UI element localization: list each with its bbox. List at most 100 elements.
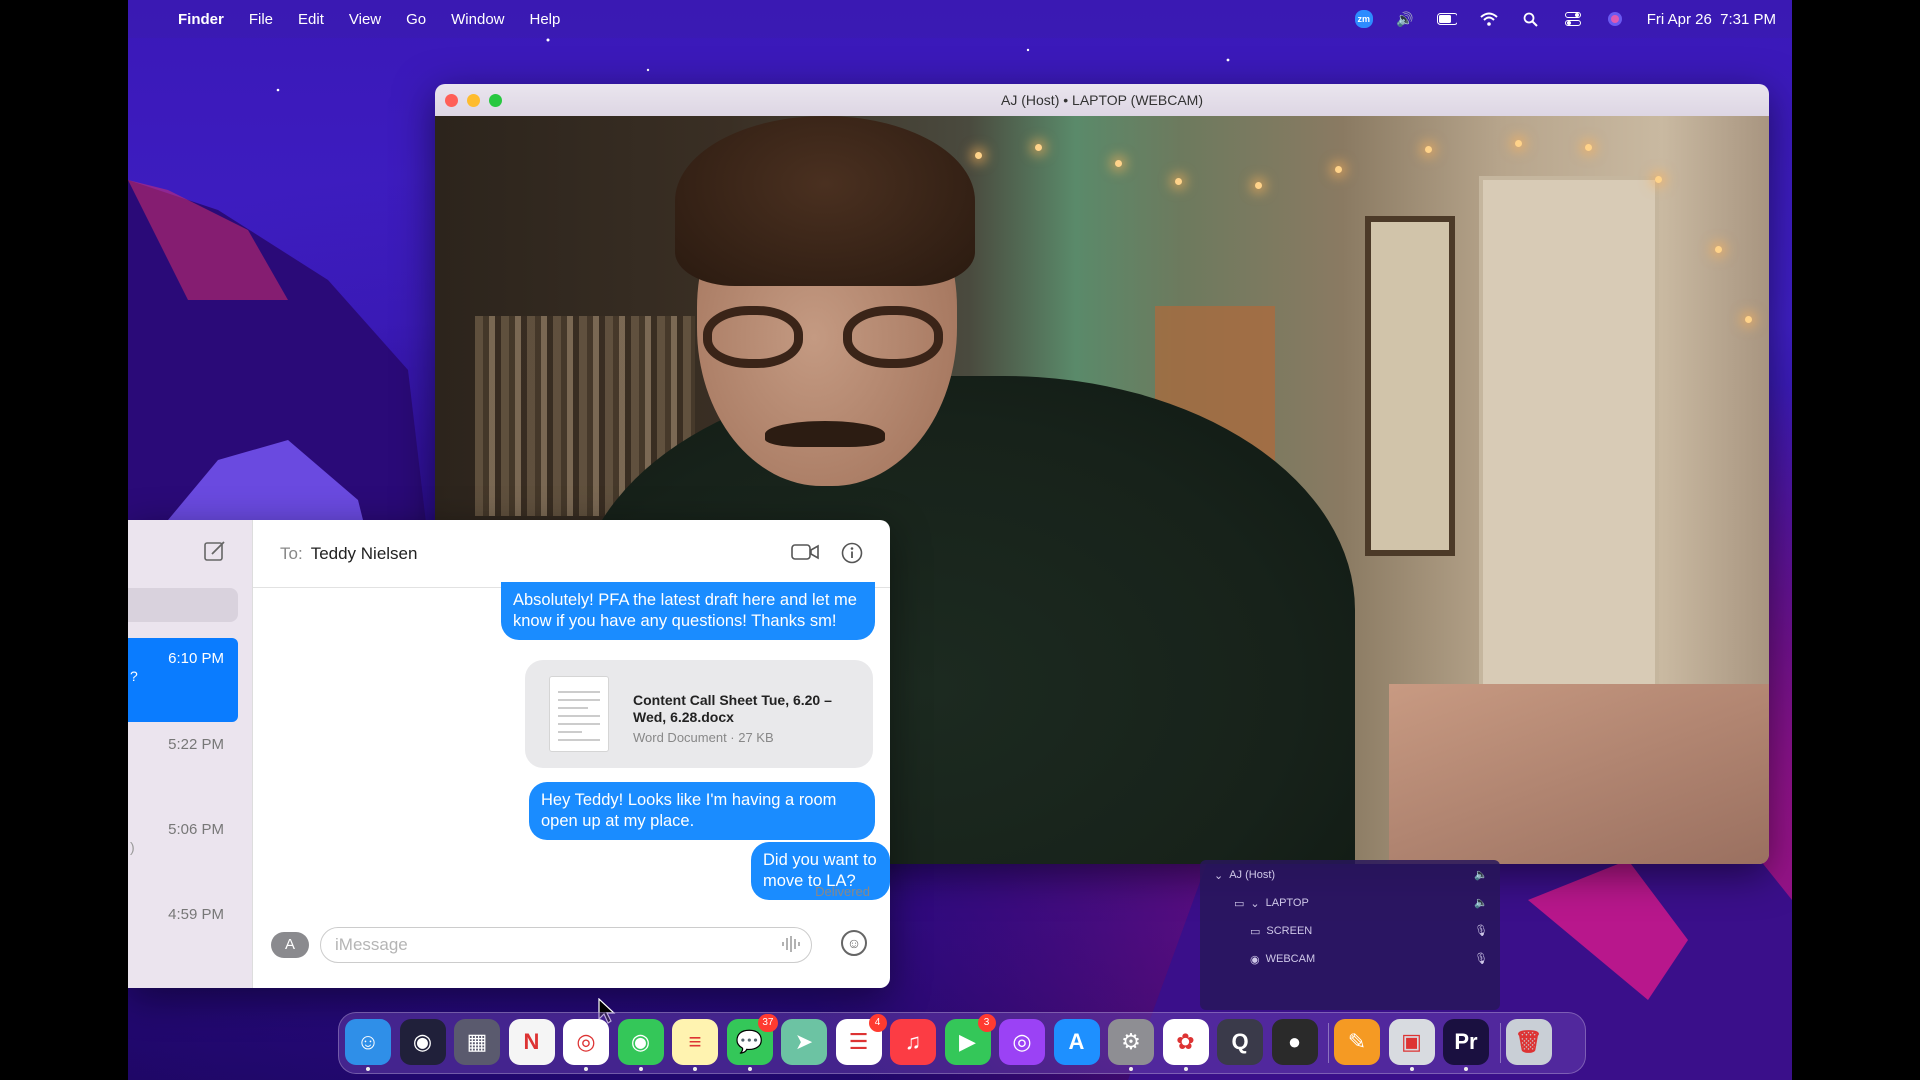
recipient-name[interactable]: Teddy Nielsen bbox=[311, 544, 418, 564]
zoom-button[interactable] bbox=[489, 94, 502, 107]
microphone-icon[interactable]: 🎙 bbox=[1474, 924, 1488, 937]
siri-icon[interactable]: ◉ bbox=[399, 1019, 446, 1065]
audio-row-host[interactable]: ⌄ AJ (Host) bbox=[1214, 864, 1275, 886]
audio-source-label: WEBCAM bbox=[1265, 953, 1316, 965]
app-store-apps-button[interactable]: A bbox=[271, 932, 309, 958]
microphone-icon[interactable]: 🎙 bbox=[1474, 952, 1488, 965]
battery-icon[interactable] bbox=[1436, 11, 1457, 27]
music-icon[interactable]: ♫ bbox=[890, 1019, 936, 1065]
finder-icon[interactable]: ☺ bbox=[345, 1019, 391, 1071]
news-icon[interactable]: N bbox=[508, 1019, 555, 1065]
conversation-snippet: ? bbox=[130, 668, 138, 684]
conversation-time: 5:22 PM bbox=[168, 736, 224, 753]
menu-edit[interactable]: Edit bbox=[298, 11, 324, 28]
conversation-pane: To: Teddy Nielsen Absolutely! PFA the la… bbox=[253, 520, 890, 988]
audio-message-icon[interactable] bbox=[781, 935, 801, 958]
monitor-icon: ▭ bbox=[1250, 925, 1261, 938]
minimize-button[interactable] bbox=[467, 94, 480, 107]
chevron-down-icon: ⌄ bbox=[1250, 897, 1260, 910]
quicktime-icon[interactable]: Q bbox=[1217, 1019, 1263, 1065]
photos-icon[interactable]: ✿ bbox=[1162, 1019, 1209, 1071]
conversation-item[interactable]: 5:06 PM ) bbox=[128, 809, 238, 893]
speaker-icon[interactable]: 🔈 bbox=[1474, 896, 1488, 909]
audio-source-label: LAPTOP bbox=[1265, 897, 1309, 909]
menu-app-name[interactable]: Finder bbox=[178, 11, 224, 28]
trash-icon[interactable]: 🗑 bbox=[1505, 1019, 1552, 1065]
video-mirror bbox=[1365, 216, 1455, 556]
menu-go[interactable]: Go bbox=[406, 11, 426, 28]
window-controls bbox=[445, 94, 502, 107]
dock: ☺ ◉ ▦ N ◎ ◉ ≡ 💬 37 ➤ ☰ 4 ♫ ▶ 3 ◎ A ⚙ ✿ Q ● ✎ ▣ Pr 🗑 bbox=[338, 1012, 1586, 1074]
running-indicator bbox=[584, 1067, 588, 1071]
audio-row-webcam[interactable]: ◉ WEBCAM bbox=[1250, 948, 1315, 970]
audio-source-label: SCREEN bbox=[1266, 925, 1313, 937]
sent-message-bubble[interactable]: Hey Teddy! Looks like I'm having a room … bbox=[529, 782, 875, 840]
message-composer: A ☺ bbox=[253, 912, 890, 988]
chrome-icon[interactable]: ◎ bbox=[563, 1019, 609, 1071]
notification-badge: 4 bbox=[868, 1014, 887, 1032]
maps-icon[interactable]: ➤ bbox=[781, 1019, 827, 1065]
emoji-picker-icon[interactable]: ☺ bbox=[841, 930, 867, 956]
webcam-window-title: AJ (Host) • LAPTOP (WEBCAM) bbox=[1001, 92, 1203, 108]
running-indicator bbox=[1129, 1067, 1133, 1071]
file-attachment[interactable]: Content Call Sheet Tue, 6.20 – Wed, 6.28… bbox=[525, 660, 873, 768]
running-indicator bbox=[1464, 1067, 1468, 1071]
webcam-titlebar[interactable]: AJ (Host) • LAPTOP (WEBCAM) bbox=[435, 84, 1769, 116]
reminders-icon[interactable]: ☰ 4 bbox=[835, 1014, 887, 1065]
facetime-icon[interactable]: ▶ 3 bbox=[944, 1014, 996, 1065]
photobooth-icon[interactable]: ● bbox=[1271, 1019, 1318, 1065]
video-call-icon[interactable] bbox=[791, 542, 819, 568]
attachment-meta: Word Document · 27 KB bbox=[633, 730, 774, 745]
speaker-icon[interactable]: 🔈 bbox=[1474, 868, 1488, 881]
premiere-icon[interactable]: Pr bbox=[1443, 1019, 1489, 1071]
volume-icon[interactable]: 🔊 bbox=[1395, 11, 1415, 27]
video-mustache bbox=[765, 421, 885, 447]
info-icon[interactable] bbox=[841, 542, 863, 570]
notes-icon[interactable]: ≡ bbox=[672, 1019, 718, 1071]
findmy-icon[interactable]: ◉ bbox=[617, 1019, 664, 1071]
dock-separator bbox=[1328, 1023, 1329, 1063]
video-person-hair bbox=[675, 116, 975, 286]
wifi-icon[interactable] bbox=[1479, 11, 1499, 27]
launchpad-icon[interactable]: ▦ bbox=[454, 1019, 500, 1065]
audio-row-laptop[interactable]: ▭ ⌄ LAPTOP bbox=[1234, 892, 1309, 914]
conversation-sidebar: 6:10 PM ? 5:22 PM 5:06 PM ) 4:59 PM bbox=[128, 520, 253, 988]
conversation-item[interactable]: 5:22 PM bbox=[128, 724, 238, 808]
dock-separator bbox=[1499, 1023, 1501, 1063]
siri-menu-icon[interactable] bbox=[1605, 11, 1625, 27]
conversation-item[interactable]: 4:59 PM bbox=[128, 894, 238, 978]
settings-icon[interactable]: ⚙ bbox=[1108, 1019, 1154, 1071]
running-indicator bbox=[1409, 1067, 1414, 1071]
podcasts-icon[interactable]: ◎ bbox=[999, 1019, 1045, 1065]
delivery-status: Delivered bbox=[815, 884, 870, 899]
preview-icon[interactable]: ▣ bbox=[1388, 1019, 1435, 1071]
conversation-time: 4:59 PM bbox=[168, 906, 224, 923]
running-indicator bbox=[747, 1067, 752, 1071]
control-center-icon[interactable] bbox=[1563, 11, 1583, 27]
video-bed bbox=[1389, 684, 1769, 864]
close-button[interactable] bbox=[445, 94, 458, 107]
menu-file[interactable]: File bbox=[249, 11, 273, 28]
menu-clock[interactable]: Fri Apr 26 7:31 PM bbox=[1647, 11, 1776, 28]
chevron-down-icon: ⌄ bbox=[1214, 869, 1224, 882]
messages-icon[interactable]: 💬 37 bbox=[726, 1014, 778, 1071]
audio-row-screen[interactable]: ▭ SCREEN bbox=[1250, 920, 1312, 942]
menu-bar: Finder File Edit View Go Window Help zm … bbox=[128, 0, 1792, 38]
menu-help[interactable]: Help bbox=[530, 11, 561, 28]
conversation-search-field[interactable] bbox=[128, 588, 238, 622]
pages-icon[interactable]: ✎ bbox=[1334, 1019, 1380, 1065]
compose-icon[interactable] bbox=[204, 540, 226, 568]
zoom-status-icon[interactable]: zm bbox=[1354, 10, 1373, 28]
messages-window: 6:10 PM ? 5:22 PM 5:06 PM ) 4:59 PM To: … bbox=[128, 520, 890, 988]
spotlight-search-icon[interactable] bbox=[1521, 11, 1541, 27]
message-input[interactable] bbox=[320, 927, 812, 963]
sent-message-bubble[interactable]: Absolutely! PFA the latest draft here an… bbox=[501, 582, 875, 640]
running-indicator bbox=[638, 1067, 643, 1071]
running-indicator bbox=[1183, 1067, 1188, 1071]
attachment-filename: Content Call Sheet Tue, 6.20 – Wed, 6.28… bbox=[633, 692, 832, 725]
to-label: To: bbox=[280, 543, 303, 563]
menu-view[interactable]: View bbox=[349, 11, 381, 28]
conversation-item[interactable]: 6:10 PM ? bbox=[128, 638, 238, 722]
appstore-icon[interactable]: A bbox=[1053, 1019, 1100, 1065]
menu-window[interactable]: Window bbox=[451, 11, 504, 28]
